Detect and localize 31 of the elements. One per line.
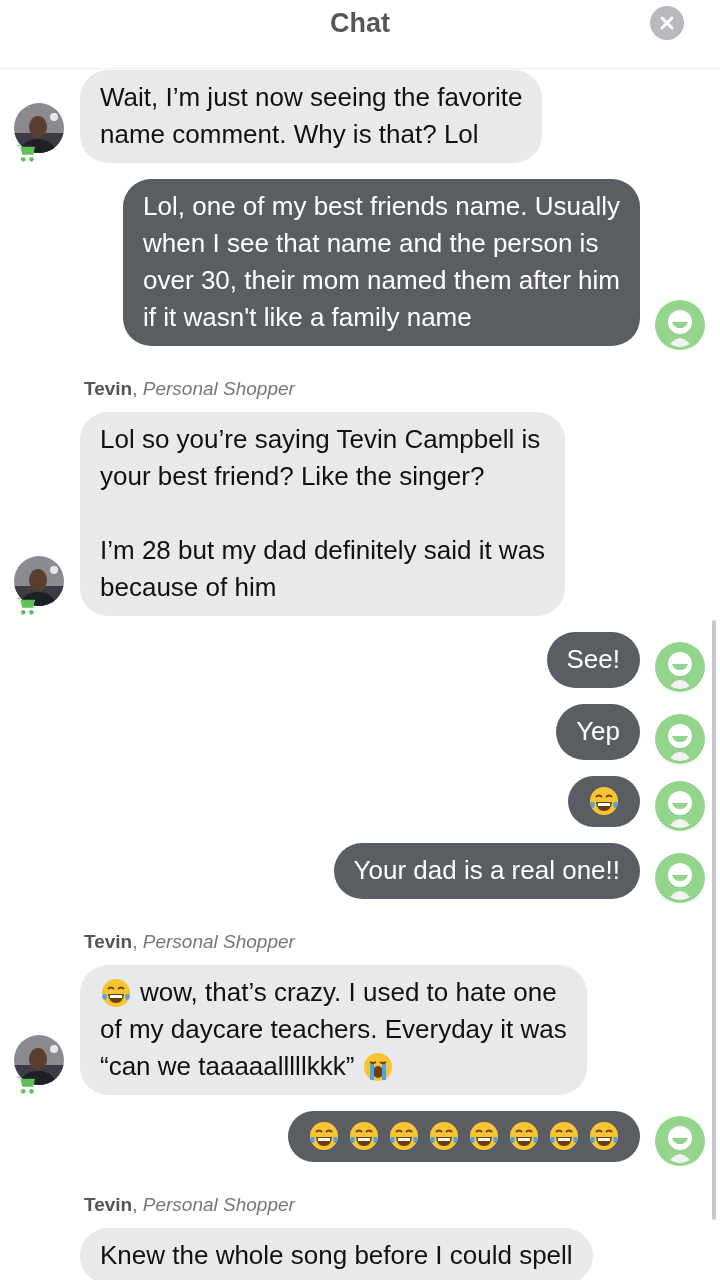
laughing-emoji-icon bbox=[100, 976, 132, 1009]
message-text: Lol so you’re saying Tevin Campbell is your best friend? Like the singer? bbox=[100, 423, 542, 493]
message-text: See! bbox=[566, 643, 620, 676]
sender-label: Tevin, Personal Shopper bbox=[84, 378, 297, 400]
sender-label: Tevin, Personal Shopper bbox=[84, 931, 297, 953]
cart-icon bbox=[15, 1075, 37, 1095]
message-text: Knew the whole song before I could spell bbox=[100, 1239, 573, 1272]
message-text: Lol, one of my best friends name. Usually when I see that name and the person is over 30, their mom named them after him if it wasn't like a family name bbox=[143, 190, 620, 334]
laughing-emoji-icon bbox=[428, 1120, 460, 1152]
close-button[interactable] bbox=[650, 6, 684, 40]
scrollbar[interactable] bbox=[712, 620, 716, 1220]
laughing-emoji-icon bbox=[548, 1120, 580, 1152]
message-text: Yep bbox=[576, 715, 620, 748]
laughing-emoji-icon bbox=[588, 785, 620, 817]
message-text: “can we taaaaalllllkkk” bbox=[100, 1050, 355, 1083]
sender-label: Tevin, Personal Shopper bbox=[84, 1194, 297, 1216]
chat-title: Chat bbox=[330, 7, 390, 39]
laughing-emoji-icon bbox=[588, 1120, 620, 1152]
laughing-emoji-icon bbox=[508, 1120, 540, 1152]
cart-icon bbox=[15, 596, 37, 616]
message-text: wow, that’s crazy. I used to hate one bbox=[140, 976, 557, 1009]
message-text: I’m 28 but my dad definitely said it was because of him bbox=[100, 534, 546, 604]
laughing-emoji-icon bbox=[348, 1120, 380, 1152]
laughing-emoji-icon bbox=[468, 1120, 500, 1152]
message-text: Your dad is a real one!! bbox=[353, 854, 620, 887]
cart-icon bbox=[15, 143, 37, 163]
message-text: of my daycare teachers. Everyday it was bbox=[100, 1013, 567, 1046]
laughing-emoji-icon bbox=[388, 1120, 420, 1152]
message-text: Wait, I’m just now seeing the favorite name comment. Why is that? Lol bbox=[100, 81, 523, 151]
crying-emoji-icon bbox=[362, 1050, 395, 1083]
laughing-emoji-icon bbox=[308, 1120, 340, 1152]
